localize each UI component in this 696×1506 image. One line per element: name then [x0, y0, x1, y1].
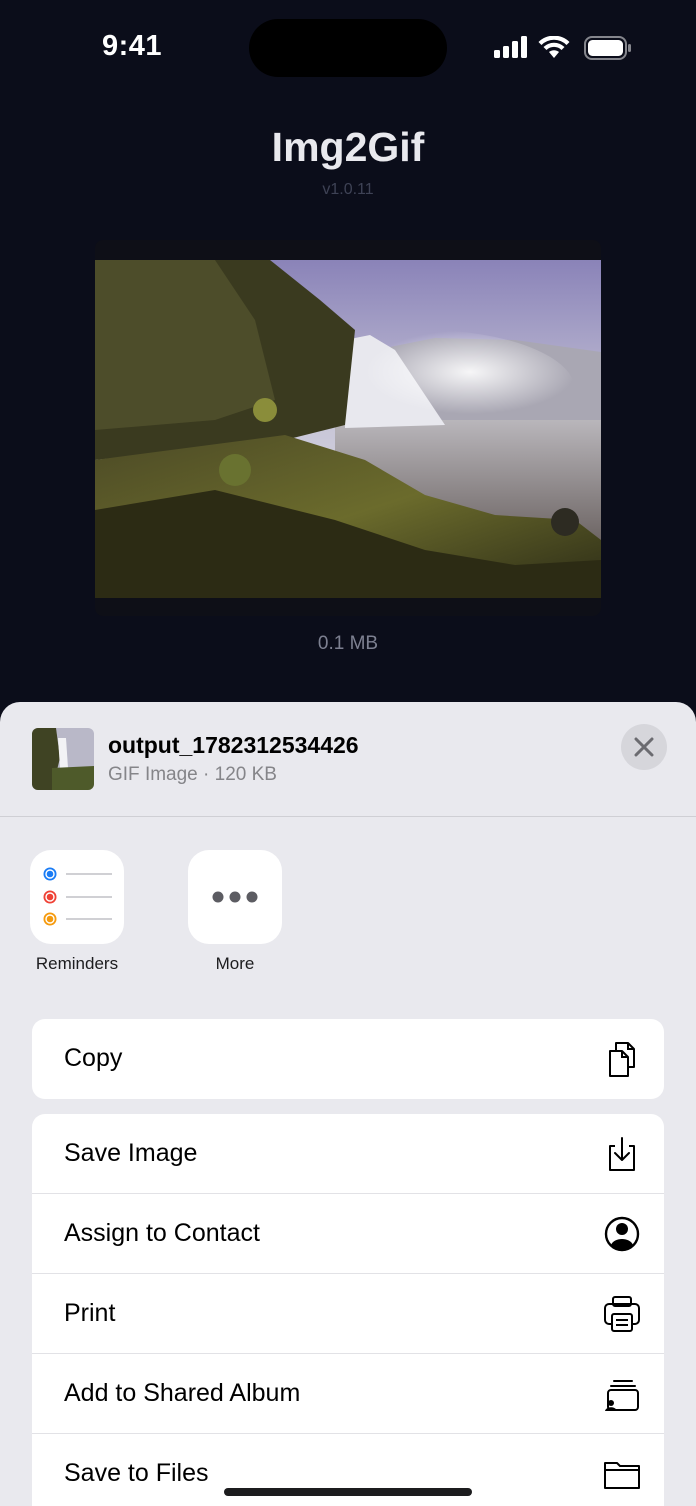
action-copy[interactable]: Copy — [32, 1019, 664, 1099]
more-icon — [188, 850, 282, 944]
action-label: Save to Files — [64, 1459, 209, 1487]
dynamic-island — [249, 19, 447, 77]
action-label: Assign to Contact — [64, 1219, 260, 1247]
home-indicator[interactable] — [224, 1488, 472, 1496]
copy-icon — [609, 1042, 635, 1077]
battery-icon — [584, 36, 631, 60]
actions-list: Save Image Assign to Contact Print Add t… — [32, 1114, 664, 1506]
copy-action-group: Copy — [32, 1019, 664, 1099]
wifi-icon — [538, 36, 570, 58]
action-print[interactable]: Print — [32, 1274, 664, 1354]
app-tile-reminders[interactable]: Reminders — [22, 850, 132, 974]
status-bar: 9:41 — [0, 0, 696, 96]
app-tile-more[interactable]: More — [180, 850, 290, 974]
action-label: Print — [64, 1299, 116, 1327]
app-label-reminders: Reminders — [35, 954, 119, 973]
action-add-to-shared-album[interactable]: Add to Shared Album — [32, 1354, 664, 1434]
action-label: Add to Shared Album — [64, 1379, 301, 1407]
action-label: Save Image — [64, 1139, 198, 1167]
action-label: Copy — [64, 1044, 123, 1072]
folder-icon — [604, 1462, 640, 1489]
action-save-image[interactable]: Save Image — [32, 1114, 664, 1194]
reminders-icon — [30, 850, 124, 944]
app-title: Img2Gif — [271, 124, 425, 170]
sheet-divider — [0, 816, 696, 817]
share-sheet-header: output_1782312534426 GIF Image · 120 KB — [0, 702, 696, 816]
close-button[interactable] — [621, 724, 667, 770]
file-meta: GIF Image · 120 KB — [108, 764, 277, 785]
app-version: v1.0.11 — [322, 181, 374, 198]
action-assign-to-contact[interactable]: Assign to Contact — [32, 1194, 664, 1274]
close-icon — [634, 737, 654, 757]
printer-icon — [604, 1296, 640, 1332]
save-image-icon — [609, 1137, 635, 1171]
status-time: 9:41 — [102, 30, 163, 62]
cellular-signal-icon — [494, 36, 527, 58]
file-name: output_1782312534426 — [108, 732, 359, 758]
file-size-label: 0.1 MB — [317, 633, 379, 654]
gif-preview — [95, 240, 601, 616]
app-label-more: More — [215, 954, 255, 973]
contact-icon — [604, 1216, 640, 1252]
file-thumbnail — [32, 728, 94, 790]
shared-album-icon — [605, 1380, 639, 1411]
waterfall-preview-image — [95, 260, 601, 598]
share-sheet: output_1782312534426 GIF Image · 120 KB … — [0, 702, 696, 1506]
